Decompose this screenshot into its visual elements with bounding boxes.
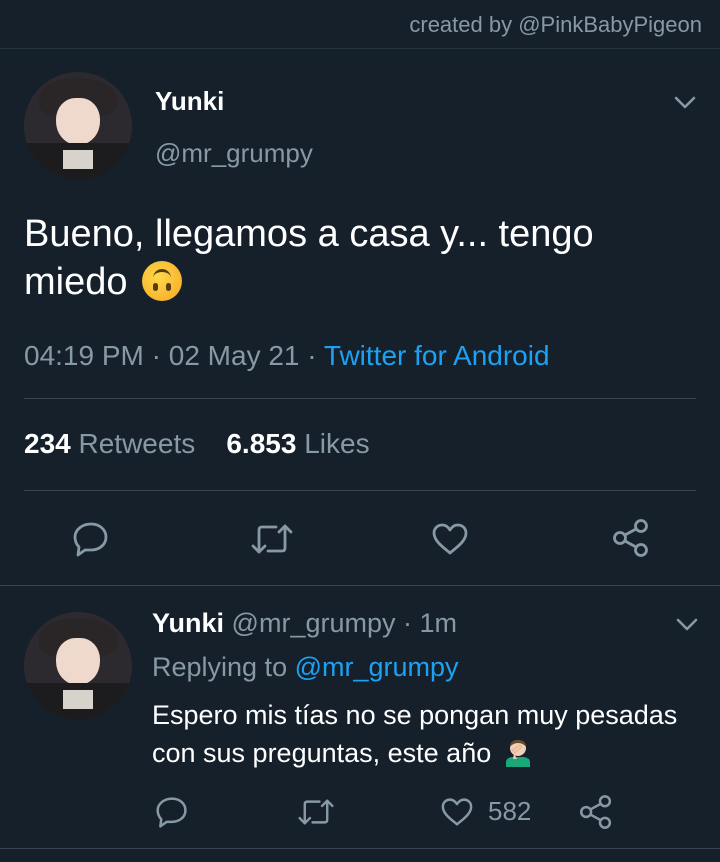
- like-icon: [441, 798, 473, 826]
- reply-icon: [156, 797, 187, 828]
- avatar[interactable]: [24, 72, 132, 180]
- share-button[interactable]: [612, 518, 650, 558]
- replying-to-link[interactable]: @mr_grumpy: [295, 652, 459, 682]
- tweet-time: 04:19 PM: [24, 340, 144, 371]
- replying-label: Replying to: [152, 652, 288, 682]
- likes-label: Likes: [304, 428, 370, 459]
- reply-avatar[interactable]: [24, 612, 132, 720]
- like-button[interactable]: [431, 522, 469, 556]
- reply-button[interactable]: [72, 520, 110, 558]
- reply-text-content: Espero mis tías no se pongan muy pesadas…: [152, 700, 678, 768]
- retweets-stat[interactable]: 234 Retweets: [24, 428, 195, 459]
- avatar-collar: [62, 689, 94, 710]
- tweet-text-content: Bueno, llegamos a casa y... tengo miedo: [24, 213, 594, 303]
- avatar-face: [56, 637, 100, 686]
- divider: [24, 398, 696, 399]
- likes-stat[interactable]: 6.853 Likes: [226, 428, 369, 459]
- author-handle[interactable]: @mr_grumpy: [155, 138, 313, 169]
- reply-like-count: 582: [488, 796, 532, 826]
- upside-down-face-icon: [142, 261, 183, 301]
- tweet-text: Bueno, llegamos a casa y... tengo miedo: [24, 210, 694, 306]
- like-icon: [432, 523, 468, 555]
- share-icon: [613, 519, 648, 557]
- reply-reply-button[interactable]: [155, 795, 189, 829]
- reply-retweet-button[interactable]: [297, 797, 335, 827]
- divider: [24, 490, 696, 491]
- likes-count: 6.853: [226, 428, 297, 459]
- author-name[interactable]: Yunki: [155, 86, 224, 117]
- share-icon: [579, 795, 612, 829]
- reply-share-button[interactable]: [579, 794, 613, 830]
- meta-separator: ·: [307, 340, 317, 371]
- retweets-count: 234: [24, 428, 71, 459]
- top-divider: [0, 48, 720, 49]
- credit-watermark: created by @PinkBabyPigeon: [409, 12, 702, 37]
- avatar-face: [56, 97, 100, 146]
- chevron-down-icon[interactable]: [674, 96, 696, 110]
- reply-text: Espero mis tías no se pongan muy pesadas…: [152, 696, 702, 772]
- tweet-meta: 04:19 PM · 02 May 21 · Twitter for Andro…: [24, 340, 550, 372]
- reply-author-name[interactable]: Yunki: [152, 608, 224, 638]
- retweet-icon: [251, 524, 293, 554]
- meta-separator: ·: [151, 340, 161, 371]
- person-facepalming-icon: [503, 737, 533, 767]
- replying-to: Replying to @mr_grumpy: [152, 652, 459, 683]
- tweet-date: 02 May 21: [168, 340, 300, 371]
- bottom-divider: [0, 848, 720, 849]
- reply-author-handle[interactable]: @mr_grumpy: [232, 608, 396, 638]
- reply-header: Yunki @mr_grumpy · 1m: [152, 608, 457, 639]
- reply-age: 1m: [419, 608, 458, 638]
- meta-separator: ·: [403, 608, 413, 638]
- reply-icon: [73, 522, 108, 557]
- retweet-button[interactable]: [250, 522, 294, 556]
- tweet-source-link[interactable]: Twitter for Android: [324, 340, 550, 371]
- reply-like-button[interactable]: [440, 797, 474, 827]
- tweet-stats: 234 Retweets 6.853 Likes: [24, 428, 370, 460]
- retweet-icon: [298, 799, 334, 825]
- retweets-label: Retweets: [78, 428, 196, 459]
- avatar-collar: [62, 149, 94, 170]
- chevron-down-icon[interactable]: [676, 618, 698, 632]
- tweet-divider: [0, 585, 720, 586]
